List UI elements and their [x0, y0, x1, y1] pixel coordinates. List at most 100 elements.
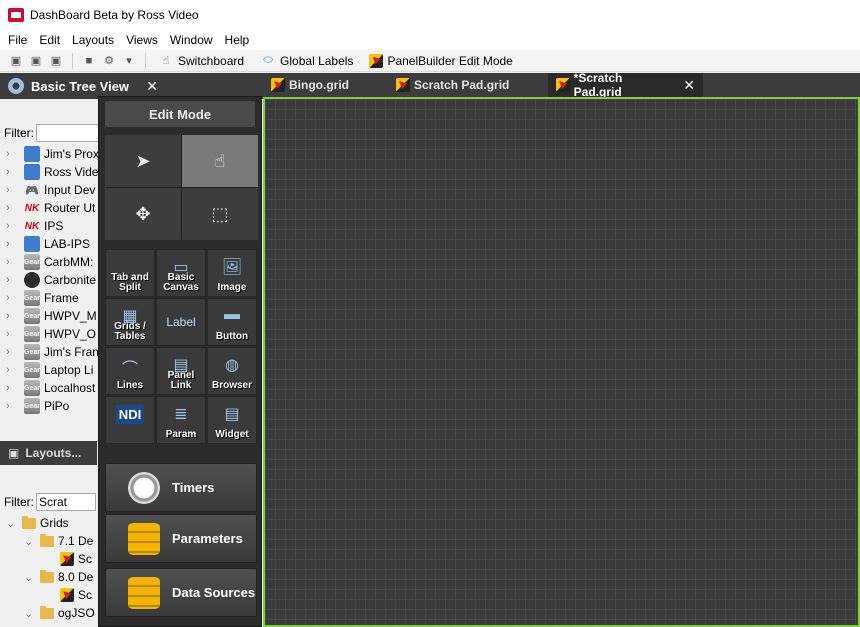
chevron-down-icon[interactable]: ⌄	[6, 517, 18, 530]
layout-item-label: Sc	[78, 588, 93, 602]
component-button[interactable]: ▬ Button	[207, 298, 257, 346]
tab-label: *Scratch Pad.grid	[573, 71, 623, 99]
data-sources-label: Data Sources	[172, 585, 256, 600]
component-label: Param	[165, 429, 197, 440]
grid-table-icon: ▦	[122, 308, 138, 325]
chevron-right-icon[interactable]: ›	[6, 274, 18, 286]
gear-icon	[8, 78, 24, 94]
component-widget[interactable]: ▤ Widget	[207, 396, 257, 444]
param-icon: ≣	[174, 406, 188, 423]
component-panel-link[interactable]: ▤ Panel Link	[156, 347, 206, 395]
chevron-down-icon[interactable]: ⌄	[24, 607, 36, 620]
chevron-right-icon[interactable]: ›	[6, 184, 18, 196]
connect-icon[interactable]: ⚙	[101, 53, 117, 69]
chevron-down-icon[interactable]: ⌄	[24, 571, 36, 584]
layouts-header[interactable]: ▣ Layouts...	[0, 441, 97, 465]
ndi-icon: NDI	[115, 405, 145, 424]
component-param[interactable]: ≣ Param	[156, 396, 206, 444]
chevron-right-icon[interactable]: ›	[6, 166, 18, 178]
component-tab-split[interactable]: Tab and Split	[105, 249, 155, 297]
global-labels-button[interactable]: ⬭ Global Labels	[256, 53, 361, 69]
hand-tool[interactable]: ☝	[182, 135, 258, 187]
component-lines[interactable]: ⌒ Lines	[105, 347, 155, 395]
component-ndi[interactable]: NDINDI	[105, 396, 155, 444]
close-icon[interactable]: ✕	[146, 78, 158, 95]
component-label: Widget	[215, 429, 249, 440]
chevron-right-icon[interactable]: ›	[6, 256, 18, 268]
chevron-right-icon[interactable]: ›	[6, 238, 18, 250]
chevron-right-icon[interactable]: ›	[6, 346, 18, 358]
tree-item-label: Input Dev	[44, 183, 96, 197]
menu-window[interactable]: Window	[164, 33, 219, 47]
menu-help[interactable]: Help	[219, 33, 256, 47]
layout-tree-item[interactable]: ⌄ Grids	[0, 514, 100, 532]
layout-tree-item[interactable]: Sc	[0, 550, 100, 568]
chevron-down-icon[interactable]: ⌄	[24, 535, 36, 548]
tree-item-label: Jim's Prox	[44, 147, 99, 161]
menu-file[interactable]: File	[2, 33, 33, 47]
layout-tree-item[interactable]: Sc	[0, 586, 100, 604]
menu-bar: File Edit Layouts Views Window Help	[0, 30, 860, 50]
image-icon: 🖼	[221, 259, 243, 276]
component-canvas[interactable]: ▭ Basic Canvas	[156, 249, 206, 297]
select-tool[interactable]: ➤	[105, 135, 181, 187]
toolbar-divider	[72, 52, 73, 69]
menu-edit[interactable]: Edit	[33, 33, 66, 47]
nk-icon: NK	[24, 202, 40, 214]
close-icon[interactable]: ✕	[683, 77, 695, 94]
tree-item-label: Frame	[44, 291, 79, 305]
data-sources-button[interactable]: Data Sources	[105, 568, 257, 617]
chevron-right-icon[interactable]: ›	[6, 310, 18, 322]
chevron-right-icon[interactable]: ›	[6, 364, 18, 376]
chevron-right-icon[interactable]: ›	[6, 148, 18, 160]
chevron-right-icon[interactable]: ›	[6, 202, 18, 214]
grid-canvas[interactable]	[263, 97, 860, 627]
global-labels-label: Global Labels	[280, 53, 354, 68]
timers-button[interactable]: Timers	[105, 463, 257, 512]
panelbuilder-edit-mode-button[interactable]: PanelBuilder Edit Mode	[365, 53, 520, 68]
layout-tree-item[interactable]: ⌄ ogJSO	[0, 604, 100, 622]
layouts-filter-input[interactable]	[36, 493, 96, 511]
toolbar-divider	[145, 52, 146, 69]
layout-item-label: Sc	[78, 552, 93, 566]
grid-file-icon	[60, 552, 74, 566]
document-tab-bar: Bingo.grid Scratch Pad.grid *Scratch Pad.g…	[263, 71, 860, 99]
gear-icon: Gear	[24, 380, 40, 396]
layout-tree-item[interactable]: ⌄ 7.1 De	[0, 532, 100, 550]
tab-2[interactable]: Scratch Pad.grid	[388, 73, 548, 97]
network-icon	[24, 146, 40, 162]
tab-label: Bingo.grid	[289, 78, 349, 92]
resize-tool[interactable]: ⬚	[182, 188, 258, 240]
menu-views[interactable]: Views	[120, 33, 164, 47]
switchboard-button[interactable]: ☝ Switchboard	[154, 53, 252, 69]
save-all-icon[interactable]: ▣	[48, 53, 64, 69]
component-image[interactable]: 🖼 Image	[207, 249, 257, 297]
dropdown-arrow-icon[interactable]: ▾	[121, 53, 137, 69]
edit-mode-palette: Edit Mode ➤ ☝ ✥ ⬚ Tab and Split ▭ Basic Ca…	[98, 96, 262, 627]
camera-icon[interactable]: ■	[81, 53, 97, 69]
chevron-right-icon[interactable]: ›	[6, 400, 18, 412]
menu-layouts[interactable]: Layouts	[66, 33, 120, 47]
chevron-right-icon[interactable]: ›	[6, 220, 18, 232]
component-grid-table[interactable]: ▦ Grids / Tables	[105, 298, 155, 346]
move-tool[interactable]: ✥	[105, 188, 181, 240]
tab-3[interactable]: *Scratch Pad.grid ✕	[548, 71, 703, 99]
chevron-right-icon[interactable]: ›	[6, 328, 18, 340]
component-label: Image	[217, 282, 247, 293]
chevron-right-icon[interactable]: ›	[6, 292, 18, 304]
tree-item-label: IPS	[44, 219, 64, 233]
component-browser[interactable]: ◍ Browser	[207, 347, 257, 395]
parameters-button[interactable]: Parameters	[105, 514, 257, 563]
hand-pointer-icon: ☝	[214, 150, 226, 171]
save-as-icon[interactable]: ▣	[28, 53, 44, 69]
chevron-right-icon[interactable]: ›	[6, 382, 18, 394]
component-label[interactable]: Label	[156, 298, 206, 346]
tree-item-label: Router Ut	[44, 201, 96, 215]
tab-1[interactable]: Bingo.grid	[263, 73, 388, 97]
folder-icon	[40, 533, 54, 547]
save-icon[interactable]: ▣	[8, 53, 24, 69]
filter-label: Filter:	[4, 495, 34, 509]
layout-tree-item[interactable]: ⌄ 8.0 De	[0, 568, 100, 586]
gear-icon: Gear	[24, 254, 40, 270]
panel-link-icon: ▤	[173, 357, 189, 374]
